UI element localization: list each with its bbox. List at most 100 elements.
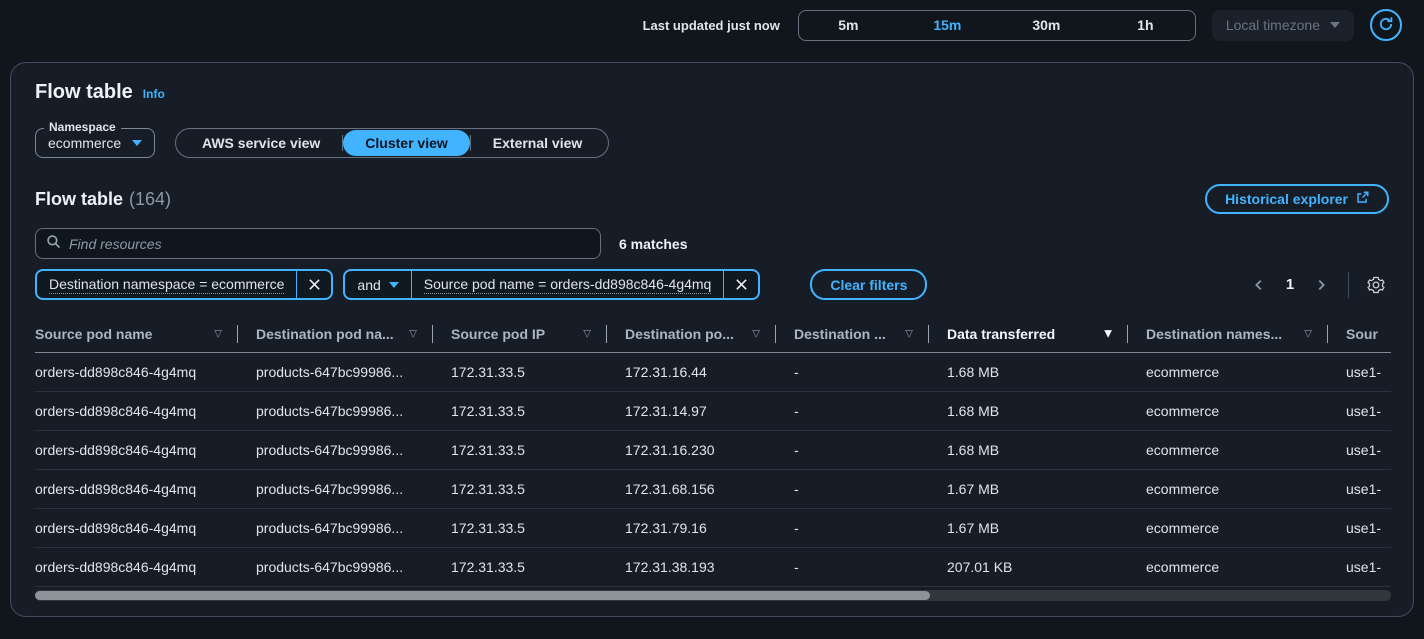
cell: - <box>794 469 947 508</box>
cell: use1- <box>1346 508 1391 547</box>
cell: 172.31.33.5 <box>451 352 625 391</box>
time-range-30m[interactable]: 30m <box>997 11 1096 40</box>
column-header-destination-namespace[interactable]: Destination names...▽ <box>1146 316 1346 352</box>
cell: orders-dd898c846-4g4mq <box>35 391 256 430</box>
cell: 172.31.33.5 <box>451 469 625 508</box>
cell: - <box>794 547 947 586</box>
cell: use1- <box>1346 391 1391 430</box>
filter-operator-dropdown[interactable]: and <box>345 271 410 298</box>
filter-token-value[interactable]: Destination namespace = ecommerce <box>37 271 296 298</box>
filter-token-source-pod-name: and Source pod name = orders-dd898c846-4… <box>343 269 760 300</box>
table-row: orders-dd898c846-4g4mqproducts-647bc9998… <box>35 508 1391 547</box>
column-header-source-pod-name[interactable]: Source pod name▽ <box>35 316 256 352</box>
page-title: Flow table <box>35 81 133 104</box>
time-range-5m[interactable]: 5m <box>799 11 898 40</box>
time-range-control: 5m 15m 30m 1h <box>798 10 1196 41</box>
cell: ecommerce <box>1146 430 1346 469</box>
sort-icon: ▽ <box>214 328 222 339</box>
sort-icon: ▽ <box>409 328 417 339</box>
cell: products-647bc99986... <box>256 352 451 391</box>
divider <box>1327 325 1328 343</box>
flow-table: Source pod name▽ Destination pod na...▽ … <box>35 316 1391 587</box>
cell: 1.68 MB <box>947 430 1146 469</box>
sort-icon: ▽ <box>905 328 913 339</box>
filter-token-value[interactable]: Source pod name = orders-dd898c846-4g4mq <box>412 271 724 298</box>
sort-icon: ▽ <box>752 328 760 339</box>
cell: 172.31.33.5 <box>451 547 625 586</box>
tab-aws-service-view[interactable]: AWS service view <box>180 130 342 156</box>
divider <box>928 325 929 343</box>
cell: use1- <box>1346 430 1391 469</box>
close-icon[interactable] <box>724 271 758 298</box>
timezone-label: Local timezone <box>1226 17 1320 33</box>
cell: ecommerce <box>1146 391 1346 430</box>
current-page[interactable]: 1 <box>1278 276 1302 293</box>
cell: ecommerce <box>1146 469 1346 508</box>
cell: orders-dd898c846-4g4mq <box>35 430 256 469</box>
divider <box>606 325 607 343</box>
cell: 172.31.38.193 <box>625 547 794 586</box>
cell: use1- <box>1346 352 1391 391</box>
timezone-dropdown[interactable]: Local timezone <box>1212 10 1354 41</box>
pagination: 1 <box>1246 272 1389 298</box>
cell: 1.67 MB <box>947 469 1146 508</box>
divider <box>432 325 433 343</box>
table-row: orders-dd898c846-4g4mqproducts-647bc9998… <box>35 391 1391 430</box>
cell: products-647bc99986... <box>256 430 451 469</box>
cell: 172.31.33.5 <box>451 508 625 547</box>
cell: - <box>794 508 947 547</box>
column-header-data-transferred[interactable]: Data transferred▼ <box>947 316 1146 352</box>
cell: products-647bc99986... <box>256 469 451 508</box>
cell: orders-dd898c846-4g4mq <box>35 469 256 508</box>
settings-gear-icon[interactable] <box>1363 272 1389 298</box>
time-range-1h[interactable]: 1h <box>1096 11 1195 40</box>
cell: use1- <box>1346 469 1391 508</box>
cell: use1- <box>1346 547 1391 586</box>
historical-explorer-label: Historical explorer <box>1225 191 1348 207</box>
view-segmented-control: AWS service view Cluster view External v… <box>175 128 609 158</box>
column-header-source[interactable]: Sour <box>1346 316 1391 352</box>
search-field <box>35 228 601 259</box>
table-section-title: Flow table <box>35 189 123 209</box>
clear-filters-button[interactable]: Clear filters <box>810 269 927 300</box>
horizontal-scrollbar-thumb[interactable] <box>35 591 930 600</box>
top-bar: Last updated just now 5m 15m 30m 1h Loca… <box>0 0 1424 62</box>
next-page-button[interactable] <box>1308 272 1334 298</box>
column-header-destination-pod-ip[interactable]: Destination po...▽ <box>625 316 794 352</box>
chevron-down-icon <box>1330 22 1340 28</box>
cell: ecommerce <box>1146 547 1346 586</box>
column-header-destination[interactable]: Destination ...▽ <box>794 316 947 352</box>
cell: - <box>794 391 947 430</box>
filter-operator-label: and <box>357 277 380 293</box>
caret-down-icon <box>132 140 142 146</box>
sort-icon: ▽ <box>583 328 591 339</box>
caret-down-icon <box>389 282 399 288</box>
namespace-select[interactable]: Namespace ecommerce <box>35 128 155 158</box>
cell: ecommerce <box>1146 508 1346 547</box>
cell: - <box>794 352 947 391</box>
historical-explorer-button[interactable]: Historical explorer <box>1205 184 1389 214</box>
cell: 172.31.14.97 <box>625 391 794 430</box>
horizontal-scrollbar-track[interactable] <box>35 590 1391 601</box>
cell: products-647bc99986... <box>256 508 451 547</box>
time-range-15m[interactable]: 15m <box>898 11 997 40</box>
flow-table-panel: Flow table Info Namespace ecommerce AWS … <box>10 62 1414 617</box>
cell: orders-dd898c846-4g4mq <box>35 352 256 391</box>
info-link[interactable]: Info <box>143 87 165 101</box>
tab-cluster-view[interactable]: Cluster view <box>343 130 469 156</box>
close-icon[interactable] <box>297 271 331 298</box>
table-row: orders-dd898c846-4g4mqproducts-647bc9998… <box>35 547 1391 586</box>
filter-token-destination-namespace: Destination namespace = ecommerce <box>35 269 333 300</box>
table-row: orders-dd898c846-4g4mqproducts-647bc9998… <box>35 430 1391 469</box>
search-input[interactable] <box>69 236 590 252</box>
refresh-icon <box>1378 16 1394 35</box>
column-header-destination-pod-name[interactable]: Destination pod na...▽ <box>256 316 451 352</box>
tab-external-view[interactable]: External view <box>471 130 605 156</box>
cell: products-647bc99986... <box>256 547 451 586</box>
divider <box>1127 325 1128 343</box>
divider <box>1348 272 1349 298</box>
previous-page-button[interactable] <box>1246 272 1272 298</box>
refresh-button[interactable] <box>1370 9 1402 41</box>
column-header-source-pod-ip[interactable]: Source pod IP▽ <box>451 316 625 352</box>
table-row: orders-dd898c846-4g4mqproducts-647bc9998… <box>35 469 1391 508</box>
